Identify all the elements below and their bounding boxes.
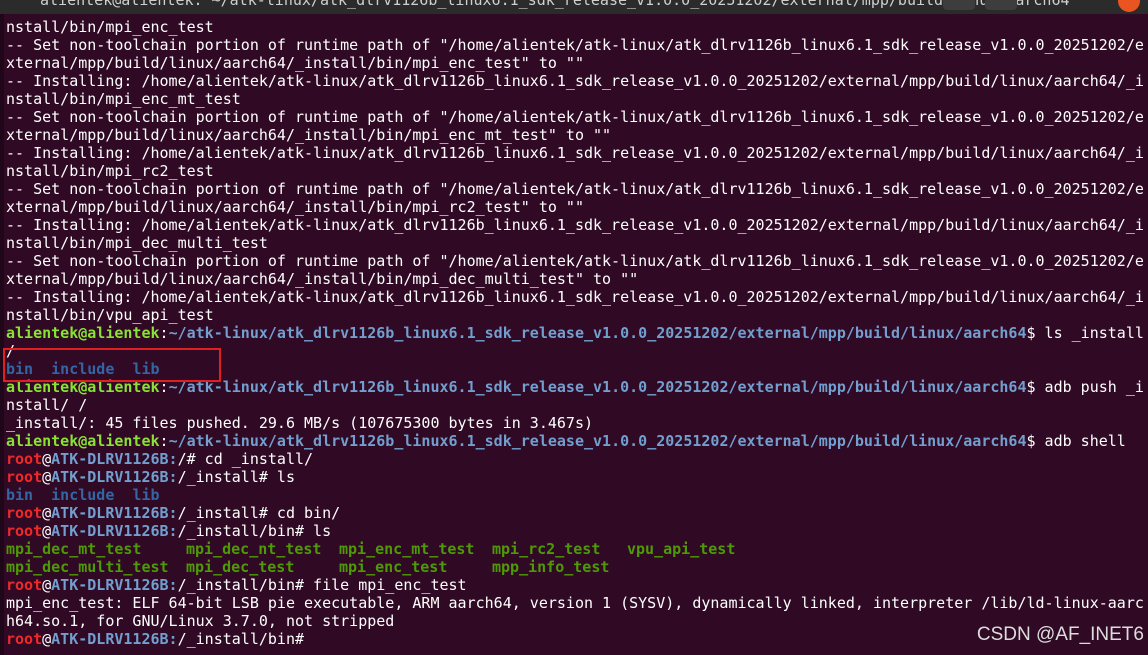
device-prompt-line: root@ATK-DLRV1126B:/_install# cd bin/	[6, 504, 1146, 522]
close-icon[interactable]	[1118, 0, 1140, 12]
terminal-output[interactable]: nstall/bin/mpi_enc_test -- Set non-toolc…	[6, 18, 1146, 648]
output-line: nstall/bin/mpi_enc_test	[6, 18, 214, 36]
device-host: ATK-DLRV1126B:	[51, 450, 178, 468]
output-line: -- Installing: /home/alientek/atk-linux/…	[6, 144, 1144, 162]
device-at: @	[42, 468, 52, 486]
executable-entry: mpi_dec_mt_test	[6, 540, 142, 558]
output-line: -- Set non-toolchain portion of runtime …	[6, 108, 1144, 126]
dir-entry-bin: bin	[6, 486, 34, 504]
device-at: @	[42, 450, 52, 468]
output-line: xternal/mpp/build/linux/aarch64/_install…	[6, 126, 612, 144]
prompt-path: ~/atk-linux/atk_dlrv1126b_linux6.1_sdk_r…	[168, 378, 1027, 396]
device-user: root	[6, 450, 43, 468]
command-text: adb shell	[1035, 432, 1126, 450]
prompt-separator: :	[159, 324, 169, 342]
terminal-title-bar: alientek@alientek: ~/atk-linux/atk_dlrv1…	[0, 0, 1148, 14]
ls-result-line: bin include lib	[6, 486, 1146, 504]
search-button[interactable]	[943, 0, 975, 10]
prompt-symbol: $	[1026, 378, 1036, 396]
push-result-line: _install/: 45 files pushed. 29.6 MB/s (1…	[6, 414, 593, 432]
command-wrap-line: nstall/ /	[6, 396, 88, 414]
output-line: nstall/bin/vpu_api_test	[6, 306, 214, 324]
executable-entry: mpi_dec_test	[186, 558, 295, 576]
output-line: -- Set non-toolchain portion of runtime …	[6, 252, 1144, 270]
host-prompt-line: alientek@alientek:~/atk-linux/atk_dlrv11…	[6, 324, 1146, 342]
watermark: CSDN @AF_INET6	[976, 624, 1144, 645]
command-text: adb push _i	[1035, 378, 1144, 396]
command-text: /_install# ls	[177, 468, 295, 486]
host-prompt-line: alientek@alientek:~/atk-linux/atk_dlrv11…	[6, 432, 1146, 450]
dir-entry-lib: lib	[132, 486, 160, 504]
device-user: root	[6, 576, 43, 594]
prompt-user: alientek@alientek	[6, 432, 160, 450]
output-line: xternal/mpp/build/linux/aarch64/_install…	[6, 54, 584, 72]
command-text: /# cd _install/	[177, 450, 314, 468]
command-text: /_install/bin# file mpi_enc_test	[177, 576, 467, 594]
highlight-box-annotation	[3, 348, 221, 382]
window-edge	[0, 14, 4, 655]
prompt-symbol: $	[1026, 324, 1036, 342]
output-line: xternal/mpp/build/linux/aarch64/_install…	[6, 270, 639, 288]
command-text: /_install# cd bin/	[177, 504, 341, 522]
device-user: root	[6, 630, 43, 648]
device-at: @	[42, 576, 52, 594]
device-host: ATK-DLRV1126B:	[51, 630, 178, 648]
device-prompt-line: root@ATK-DLRV1126B:/# cd _install/	[6, 450, 1146, 468]
bin-listing-row: mpi_dec_mt_test mpi_dec_nt_test mpi_enc_mt…	[6, 540, 1146, 558]
output-line: nstall/bin/mpi_rc2_test	[6, 162, 214, 180]
executable-entry: vpu_api_test	[627, 540, 736, 558]
command-text: ls _install	[1035, 324, 1144, 342]
device-host: ATK-DLRV1126B:	[51, 504, 178, 522]
device-at: @	[42, 504, 52, 522]
prompt-user: alientek@alientek	[6, 324, 160, 342]
executable-entry: mpi_enc_test	[339, 558, 448, 576]
prompt-separator: :	[159, 432, 169, 450]
output-line: -- Set non-toolchain portion of runtime …	[6, 36, 1144, 54]
executable-entry: mpi_enc_mt_test	[339, 540, 475, 558]
output-line: -- Installing: /home/alientek/atk-linux/…	[6, 72, 1144, 90]
prompt-path: ~/atk-linux/atk_dlrv1126b_linux6.1_sdk_r…	[168, 324, 1027, 342]
device-user: root	[6, 468, 43, 486]
output-line: nstall/bin/mpi_dec_multi_test	[6, 234, 268, 252]
menu-button[interactable]	[985, 0, 1017, 10]
device-at: @	[42, 630, 52, 648]
output-line: -- Set non-toolchain portion of runtime …	[6, 180, 1144, 198]
output-line: -- Installing: /home/alientek/atk-linux/…	[6, 216, 1144, 234]
prompt-path: ~/atk-linux/atk_dlrv1126b_linux6.1_sdk_r…	[168, 432, 1027, 450]
output-line: -- Installing: /home/alientek/atk-linux/…	[6, 288, 1144, 306]
device-host: ATK-DLRV1126B:	[51, 522, 178, 540]
dir-entry-include: include	[51, 486, 115, 504]
device-prompt-line: root@ATK-DLRV1126B:/_install/bin# ls	[6, 522, 1146, 540]
device-prompt-line: root@ATK-DLRV1126B:/_install# ls	[6, 468, 1146, 486]
device-user: root	[6, 504, 43, 522]
device-host: ATK-DLRV1126B:	[51, 468, 178, 486]
bin-listing-row: mpi_dec_multi_test mpi_dec_test mpi_enc_te…	[6, 558, 1146, 576]
executable-entry: mpi_dec_nt_test	[186, 540, 322, 558]
file-result-line: mpi_enc_test: ELF 64-bit LSB pie executa…	[6, 594, 1144, 612]
device-prompt-line: root@ATK-DLRV1126B:/_install/bin#	[6, 630, 1146, 648]
device-user: root	[6, 522, 43, 540]
executable-entry: mpp_info_test	[492, 558, 610, 576]
file-result-line: h64.so.1, for GNU/Linux 3.7.0, not strip…	[6, 612, 395, 630]
device-at: @	[42, 522, 52, 540]
executable-entry: mpi_dec_multi_test	[6, 558, 169, 576]
command-text: /_install/bin# ls	[177, 522, 332, 540]
window-title: alientek@alientek: ~/atk-linux/atk_dlrv1…	[40, 0, 1070, 9]
prompt-symbol: $	[1026, 432, 1036, 450]
executable-entry: mpi_rc2_test	[492, 540, 601, 558]
command-text: /_install/bin#	[177, 630, 305, 648]
output-line: nstall/bin/mpi_enc_mt_test	[6, 90, 241, 108]
device-prompt-line: root@ATK-DLRV1126B:/_install/bin# file m…	[6, 576, 1146, 594]
device-host: ATK-DLRV1126B:	[51, 576, 178, 594]
output-line: xternal/mpp/build/linux/aarch64/_install…	[6, 198, 584, 216]
